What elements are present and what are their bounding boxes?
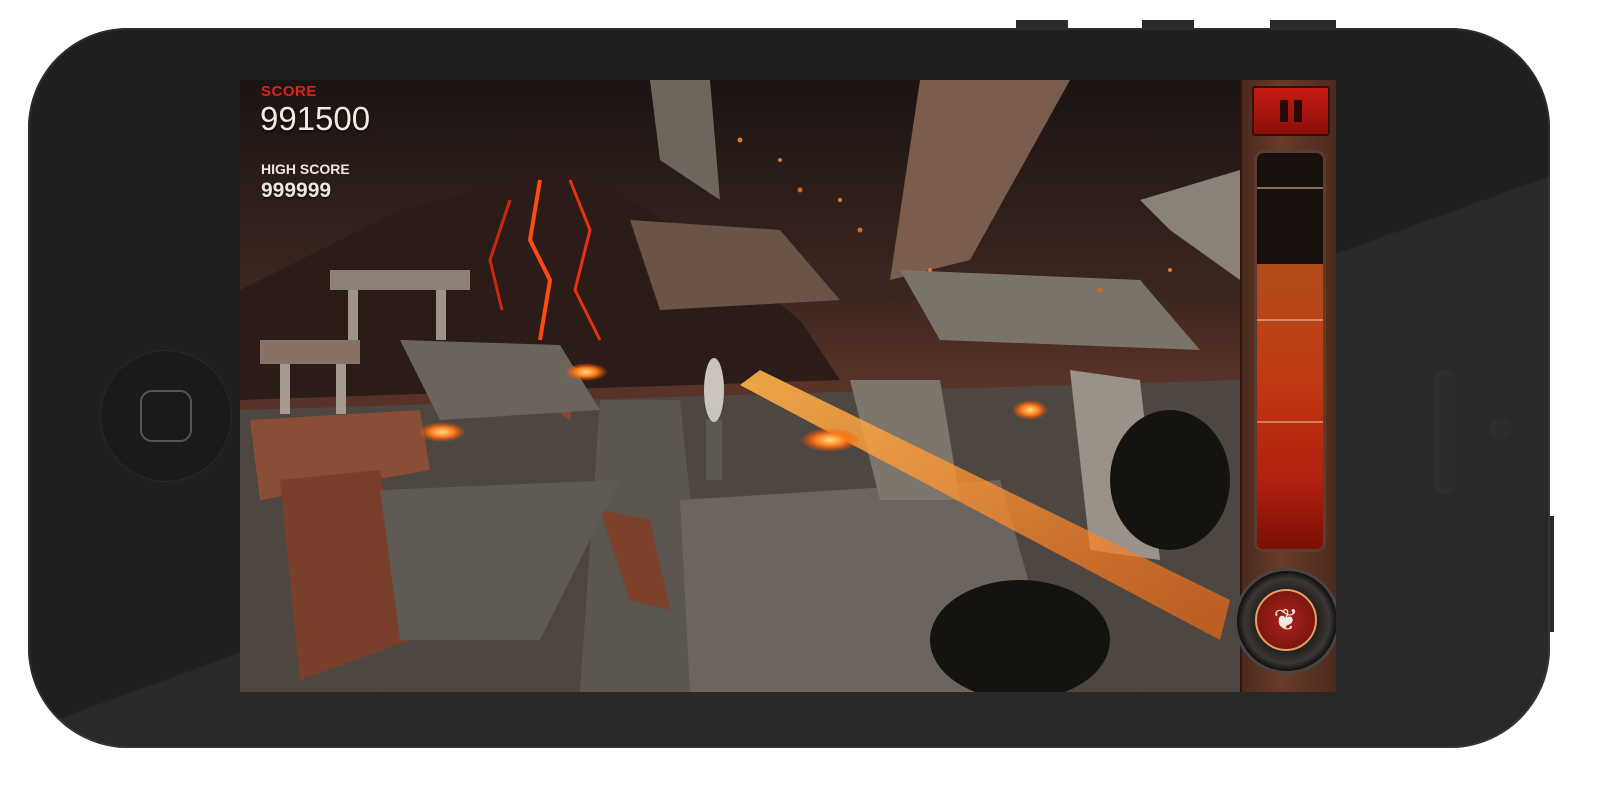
statue-pedestal (706, 420, 722, 480)
statue (704, 358, 724, 422)
pause-icon (1277, 100, 1305, 122)
special-attack-button[interactable]: ❦ (1234, 568, 1336, 674)
fire (800, 428, 860, 452)
ember (1097, 287, 1103, 293)
ember (737, 137, 743, 143)
ember (857, 227, 863, 233)
fire (564, 363, 608, 381)
pause-button[interactable] (1252, 86, 1330, 136)
lava-gauge-fill (1257, 263, 1323, 549)
speaker-grille (1434, 370, 1456, 494)
temple-column (436, 290, 446, 340)
front-camera (1490, 418, 1512, 440)
gauge-tick (1257, 187, 1323, 189)
home-button[interactable] (100, 350, 232, 482)
fire (1012, 400, 1048, 420)
ember (778, 158, 782, 162)
temple-column (348, 290, 358, 340)
temple-column (336, 364, 346, 414)
fire (418, 422, 466, 442)
high-score-label: HIGH SCORE (261, 161, 350, 177)
tree (1110, 410, 1230, 550)
ember (1168, 268, 1172, 272)
ember (797, 187, 803, 193)
ember (838, 198, 842, 202)
gauge-tick (1257, 421, 1323, 423)
lava-gauge (1254, 150, 1326, 552)
temple (330, 270, 470, 290)
fire-icon: ❦ (1255, 589, 1317, 651)
game-screen[interactable]: SCORE 991500 HIGH SCORE 999999 ❦ (240, 80, 1336, 692)
score-value: 991500 (260, 100, 371, 137)
gauge-tick (1257, 319, 1323, 321)
game-scene (240, 80, 1240, 692)
high-score-value: 999999 (261, 179, 332, 202)
score-label: SCORE (261, 83, 317, 100)
temple-column (280, 364, 290, 414)
temple (260, 340, 360, 364)
ember (928, 268, 932, 272)
home-square-icon (140, 390, 192, 442)
side-panel: ❦ (1234, 80, 1336, 692)
